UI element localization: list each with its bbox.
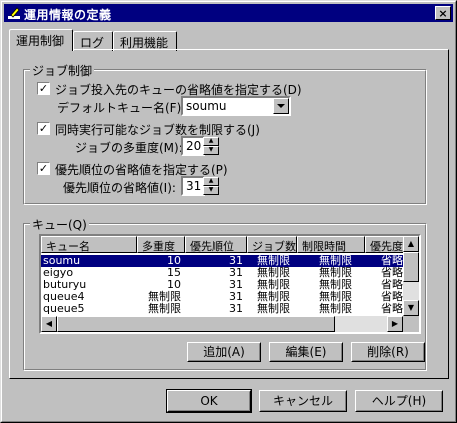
default-queue-label: デフォルトキュー名(F): [57, 101, 186, 115]
priority-input[interactable]: 31 [181, 176, 205, 196]
cell-pri: 省略 [381, 302, 403, 315]
scroll-left-icon[interactable]: ◀ [41, 316, 57, 332]
priority-spinner[interactable]: ▲ ▼ [203, 177, 219, 195]
tab-log[interactable]: ログ [73, 31, 113, 51]
cell-limit: 無制限 [319, 302, 352, 315]
multiplicity-value: 20 [186, 139, 202, 153]
spin-up-icon[interactable]: ▲ [203, 177, 219, 186]
scroll-up-icon[interactable]: ▲ [403, 236, 419, 252]
queue-group-title: キュー(Q) [30, 216, 89, 233]
vertical-scroll-thumb[interactable] [403, 252, 419, 282]
scrollbar-corner [403, 316, 419, 332]
priority-checkbox[interactable]: ✓ [37, 162, 50, 175]
close-button[interactable]: × [435, 6, 451, 20]
cell-priority: 31 [229, 302, 243, 315]
title-bar[interactable]: 運用情報の定義 × [4, 4, 453, 22]
col-priority[interactable]: 優先順位 [185, 236, 247, 253]
vertical-scrollbar[interactable]: ▲ ▼ [403, 236, 419, 316]
cell-name: queue5 [43, 302, 85, 315]
concurrency-checkbox[interactable]: ✓ [37, 122, 50, 135]
horizontal-scroll-thumb[interactable] [57, 316, 335, 332]
col-time-limit[interactable]: 制限時間 [297, 236, 365, 253]
horizontal-scrollbar[interactable]: ◀ ▶ [41, 316, 403, 332]
ok-button[interactable]: OK [166, 389, 252, 413]
cancel-button[interactable]: キャンセル [259, 390, 347, 412]
add-button[interactable]: 追加(A) [187, 342, 261, 362]
spin-up-icon[interactable]: ▲ [203, 137, 219, 146]
job-control-group-title: ジョブ制御 [30, 62, 95, 79]
queue-list-header: キュー名 多重度 優先順位 ジョブ数 制限時間 優先度 [41, 236, 411, 253]
edit-button[interactable]: 編集(E) [269, 342, 343, 362]
scroll-down-icon[interactable]: ▼ [403, 300, 419, 316]
priority-value: 31 [186, 179, 202, 193]
pencil-icon [8, 7, 20, 19]
chevron-down-icon [277, 104, 285, 108]
multiplicity-label: ジョブの多重度(M): [75, 141, 183, 155]
col-jobs[interactable]: ジョブ数 [247, 236, 297, 253]
multiplicity-input[interactable]: 20 [181, 136, 205, 156]
spin-down-icon[interactable]: ▼ [203, 186, 219, 195]
spin-down-icon[interactable]: ▼ [203, 146, 219, 155]
tab-job-control[interactable]: 運用制御 [9, 29, 73, 51]
default-queue-value: soumu [186, 99, 227, 113]
priority-default-label: 優先順位の省略値(I): [63, 181, 176, 195]
default-queue-dropdown-button[interactable] [273, 98, 289, 114]
queue-list[interactable]: キュー名 多重度 優先順位 ジョブ数 制限時間 優先度 soumu 10 31 … [39, 234, 421, 334]
cell-multiplicity: 無制限 [148, 302, 181, 315]
help-button[interactable]: ヘルプ(H) [355, 390, 443, 412]
col-multiplicity[interactable]: 多重度 [137, 236, 185, 253]
cell-jobs: 無制限 [257, 302, 290, 315]
concurrency-label: 同時実行可能なジョブ数を制限する(J) [55, 123, 260, 137]
delete-button[interactable]: 削除(R) [351, 342, 425, 362]
scroll-right-icon[interactable]: ▶ [387, 316, 403, 332]
window-title: 運用情報の定義 [24, 8, 112, 22]
table-row[interactable]: queue5 無制限 31 無制限 無制限 省略 [41, 303, 403, 315]
queue-default-checkbox[interactable]: ✓ [37, 82, 50, 95]
dialog-window: 運用情報の定義 × 運用制御 ログ 利用機能 ジョブ制御 ✓ ジョブ投入先のキュ… [0, 0, 457, 423]
col-queue-name[interactable]: キュー名 [41, 236, 137, 253]
multiplicity-spinner[interactable]: ▲ ▼ [203, 137, 219, 155]
tab-features[interactable]: 利用機能 [113, 31, 177, 51]
